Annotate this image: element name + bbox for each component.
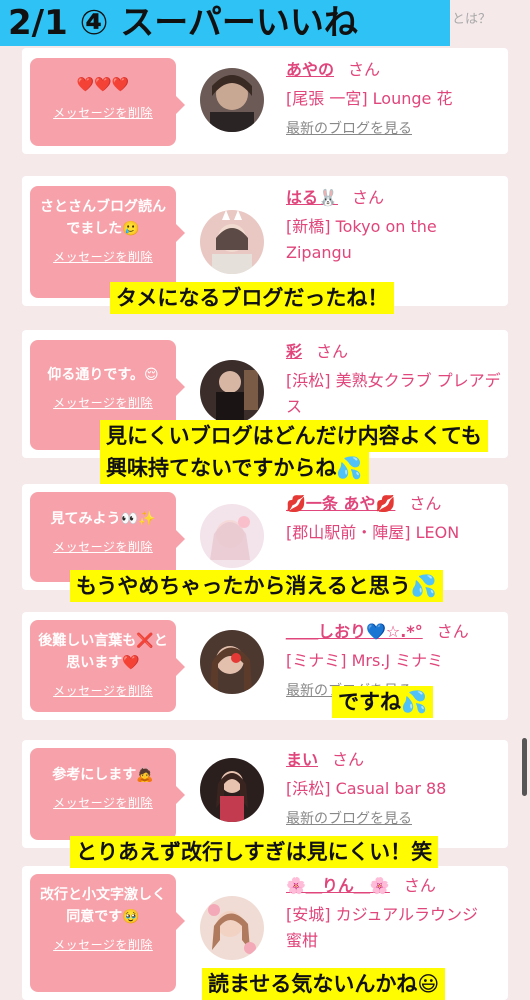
comment-overlay: タメになるブログだったね！ (110, 282, 395, 314)
list-item: ❤️❤️❤️ メッセージを削除 あやの さん [尾張 一宮] Lounge 花 最… (22, 48, 508, 154)
comment-overlay: 見にくいブログはどんだけ内容よくても (100, 420, 488, 452)
avatar[interactable] (200, 210, 264, 274)
profile-info: 💋一条 あや💋 さん [郡山駅前・陣屋] LEON (286, 492, 501, 546)
profile-info: あやの さん [尾張 一宮] Lounge 花 最新のブログを見る (286, 58, 501, 138)
profile-name[interactable]: 彩 (286, 342, 302, 361)
message-text: 参考にします🙇 (52, 767, 154, 783)
location-text: [ミナミ] Mrs.J ミナミ (286, 651, 444, 670)
honorific: さん (409, 494, 442, 513)
delete-message-link[interactable]: メッセージを削除 (36, 792, 170, 814)
honorific: さん (316, 342, 349, 361)
profile-name[interactable]: 🌸＿りん＿🌸 (286, 876, 390, 895)
delete-message-link[interactable]: メッセージを削除 (36, 392, 170, 414)
profile-info: 彩さん [浜松] 美熟女クラブ プレアデス (286, 340, 501, 420)
profile-info: 🌸＿りん＿🌸 さん [安城] カジュアルラウンジ 蜜柑 (286, 874, 501, 954)
message-bubble: ❤️❤️❤️ メッセージを削除 (30, 58, 185, 146)
profile-name[interactable]: はる🐰 (286, 188, 338, 207)
delete-message-link[interactable]: メッセージを削除 (36, 934, 170, 956)
help-link[interactable]: とは？ (452, 8, 491, 27)
latest-blog-link[interactable]: 最新のブログを見る (286, 808, 501, 828)
location-text: [郡山駅前・陣屋] LEON (286, 523, 460, 542)
honorific: さん (332, 750, 365, 769)
location-text: [浜松] 美熟女クラブ プレアデス (286, 371, 501, 416)
list-item: 参考にします🙇 メッセージを削除 まい さん [浜松] Casual bar 88… (22, 740, 508, 848)
honorific: さん (348, 60, 381, 79)
comment-overlay: とりあえず改行しすぎは見にくい！笑 (70, 836, 439, 868)
scrollbar[interactable] (522, 738, 527, 796)
avatar[interactable] (200, 68, 264, 132)
profile-name[interactable]: ＿＿しおり💙☆.*° (286, 622, 423, 641)
profile-name[interactable]: 💋一条 あや💋 (286, 494, 395, 513)
profile-name[interactable]: まい (286, 750, 318, 769)
message-bubble: 後難しい言葉も❌と思います❤️ メッセージを削除 (30, 620, 185, 712)
message-text: 改行と小文字激しく同意です🥹 (40, 887, 166, 925)
comment-overlay: 興味持てないですからね💦 (100, 452, 369, 484)
message-text: 仰る通りです。😌 (47, 367, 159, 383)
location-text: [尾張 一宮] Lounge 花 (286, 89, 453, 108)
location-text: [安城] カジュアルラウンジ 蜜柑 (286, 905, 494, 950)
avatar[interactable] (200, 360, 264, 424)
latest-blog-link[interactable]: 最新のブログを見る (286, 118, 501, 138)
message-text: さとさんブログ読んでました🥲 (40, 199, 166, 237)
page-title: 2/1 ④ スーパーいいね (0, 0, 450, 46)
comment-overlay: 読ませる気ないんかね😃 (202, 968, 446, 1000)
delete-message-link[interactable]: メッセージを削除 (36, 102, 170, 124)
location-text: [新橋] Tokyo on the Zipangu (286, 217, 437, 262)
honorific: さん (403, 876, 436, 895)
message-bubble: 参考にします🙇 メッセージを削除 (30, 748, 185, 840)
delete-message-link[interactable]: メッセージを削除 (36, 246, 170, 268)
message-text: ❤️❤️❤️ (76, 77, 130, 93)
message-text: 後難しい言葉も❌と思います❤️ (38, 633, 168, 671)
delete-message-link[interactable]: メッセージを削除 (36, 680, 170, 702)
message-bubble: 見てみよう👀✨ メッセージを削除 (30, 492, 185, 582)
location-text: [浜松] Casual bar 88 (286, 779, 447, 798)
comment-overlay: もうやめちゃったから消えると思う💦 (70, 570, 443, 602)
avatar[interactable] (200, 630, 264, 694)
avatar[interactable] (200, 504, 264, 568)
delete-message-link[interactable]: メッセージを削除 (36, 536, 170, 558)
comment-overlay: ですね💦 (332, 686, 434, 718)
list-item: 後難しい言葉も❌と思います❤️ メッセージを削除 ＿＿しおり💙☆.*° さん [ミ… (22, 612, 508, 720)
honorific: さん (436, 622, 469, 641)
message-text: 見てみよう👀✨ (50, 511, 156, 527)
honorific: さん (351, 188, 384, 207)
profile-name[interactable]: あやの (286, 60, 334, 79)
message-bubble: 改行と小文字激しく同意です🥹 メッセージを削除 (30, 874, 185, 992)
avatar[interactable] (200, 896, 264, 960)
avatar[interactable] (200, 758, 264, 822)
profile-info: はる🐰 さん [新橋] Tokyo on the Zipangu (286, 186, 501, 266)
profile-info: まい さん [浜松] Casual bar 88 最新のブログを見る (286, 748, 501, 828)
